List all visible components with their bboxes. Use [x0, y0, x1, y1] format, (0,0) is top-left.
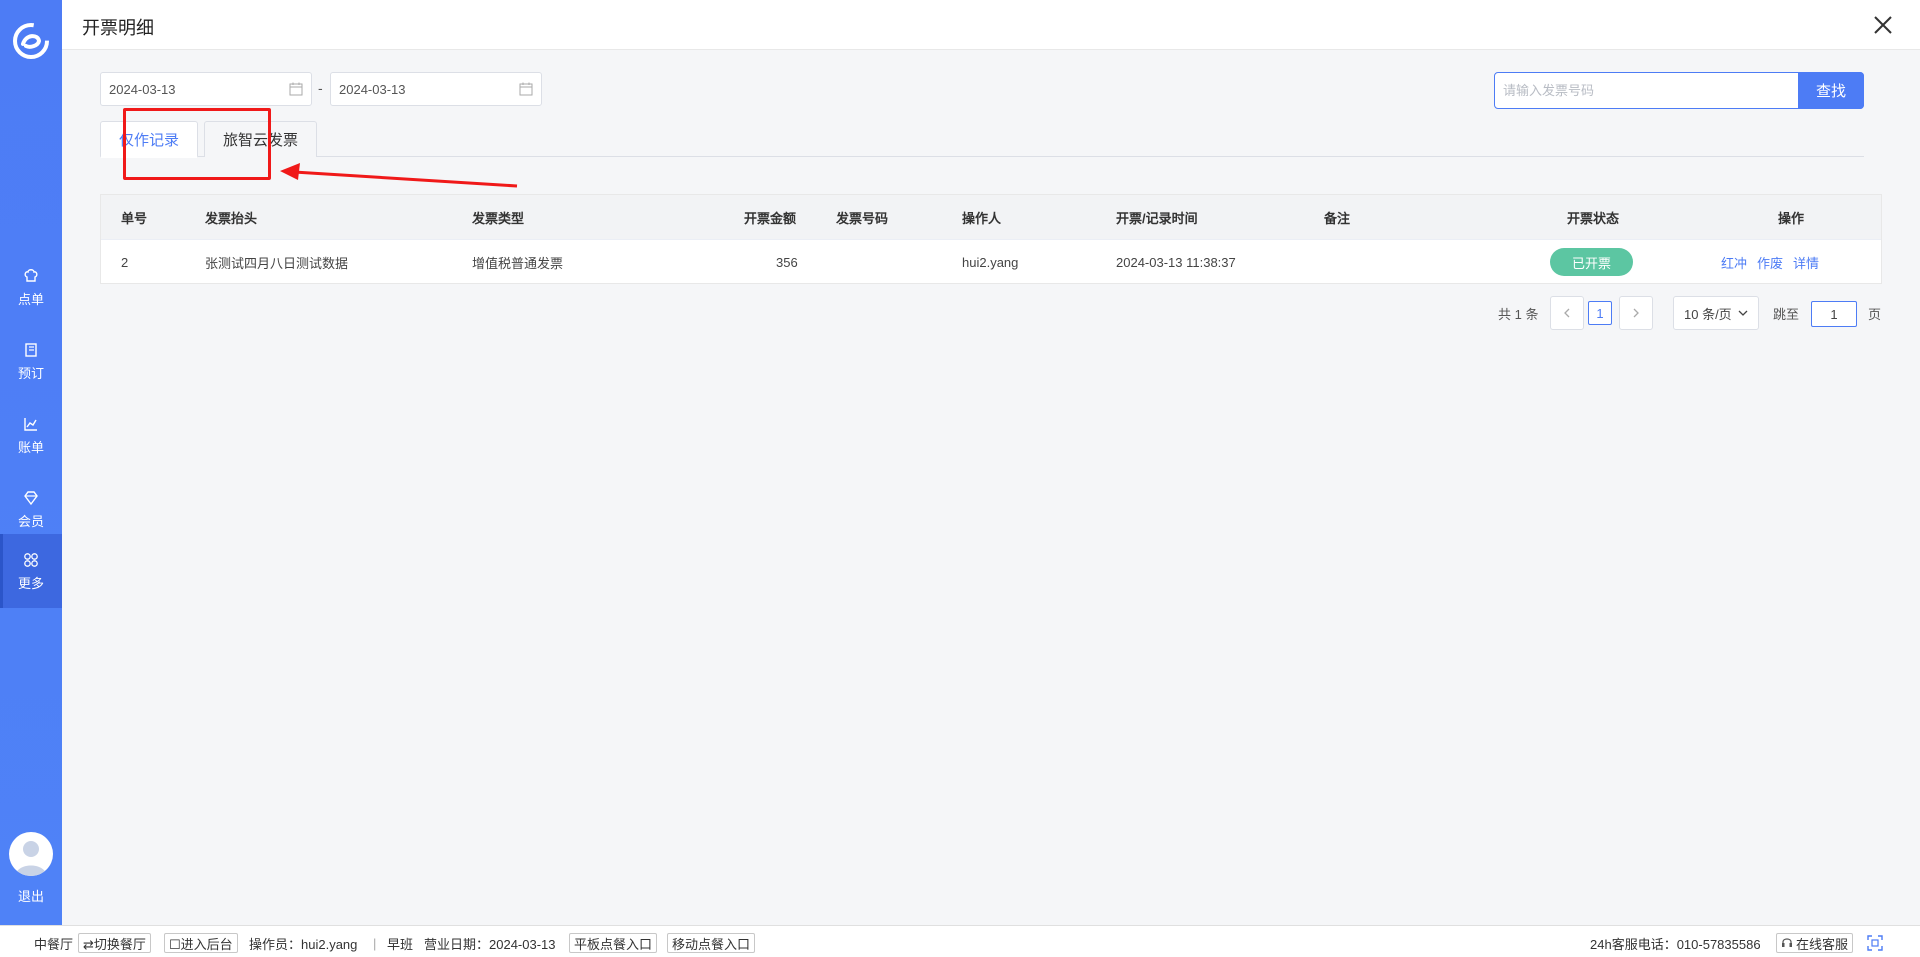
cell-time: 2024-03-13 11:38:37: [1116, 254, 1236, 270]
page-size-value: 10 条/页: [1684, 306, 1732, 322]
start-date-value: 2024-03-13: [109, 81, 176, 97]
tab-bar: 仅作记录 旅智云发票: [100, 121, 1864, 158]
close-button[interactable]: [1870, 12, 1896, 38]
mobile-order-button[interactable]: 移动点餐入口: [667, 933, 756, 953]
avatar: [9, 832, 53, 876]
table-row: 2 张测试四月八日测试数据 增值税普通发票 356 hui2.yang 2024…: [101, 239, 1881, 283]
sidebar: 点单 预订 账单 会员 更多 退出: [0, 0, 62, 925]
next-page-button[interactable]: [1619, 296, 1653, 330]
calendar-icon: [289, 82, 303, 96]
cell-status: 已开票: [1550, 240, 1634, 284]
column-header: 操作: [1778, 210, 1805, 226]
diamond-icon: [22, 489, 40, 507]
headset-icon: [1781, 937, 1793, 949]
dialog-header: 开票明细: [62, 0, 1920, 50]
cell-id: 2: [121, 254, 129, 270]
column-header: 发票号码: [836, 210, 889, 226]
chevron-right-icon: [1631, 306, 1641, 321]
shift-info: 早班: [387, 936, 414, 952]
cell-amount: 356: [776, 254, 798, 270]
invoice-search: 查找: [1494, 72, 1864, 109]
column-header: 单号: [121, 210, 148, 226]
invoice-number-input[interactable]: [1495, 73, 1815, 108]
search-button[interactable]: 查找: [1798, 72, 1864, 109]
annotation-arrow: [272, 160, 522, 193]
status-bar: 中餐厅 ⇄切换餐厅 ☐进入后台 操作员：hui2.yang | 早班 营业日期：…: [0, 925, 1920, 957]
jump-label: 跳至: [1773, 307, 1800, 322]
column-header: 开票/记录时间: [1116, 210, 1198, 226]
sidebar-item-more[interactable]: 更多: [0, 534, 62, 608]
sidebar-item-label: 账单: [17, 439, 44, 455]
cell-actions: 红冲 作废 详情: [1721, 240, 1829, 284]
jump-page-input[interactable]: [1811, 301, 1857, 327]
close-icon: [1870, 16, 1896, 41]
operator-info: 操作员：hui2.yang: [249, 936, 358, 952]
grid-icon: [22, 551, 40, 569]
start-date-input[interactable]: 2024-03-13: [100, 72, 312, 106]
business-date: 营业日期：2024-03-13: [424, 936, 556, 952]
sidebar-item-label: 更多: [17, 575, 44, 591]
prev-page-button[interactable]: [1550, 296, 1584, 330]
end-date-input[interactable]: 2024-03-13: [330, 72, 542, 106]
page-title: 开票明细: [82, 18, 154, 38]
column-header: 备注: [1324, 210, 1351, 226]
calendar-icon: [519, 82, 533, 96]
status-badge: 已开票: [1550, 248, 1634, 276]
annotation-highlight-box: [123, 108, 271, 180]
restaurant-name: 中餐厅: [34, 936, 74, 952]
column-header: 发票类型: [472, 210, 525, 226]
fullscreen-icon: [1866, 934, 1884, 952]
page-label: 页: [1868, 307, 1882, 322]
enter-backend-button[interactable]: ☐进入后台: [164, 933, 238, 953]
pagination: 共 1 条 1 10 条/页 跳至 页: [62, 296, 1920, 330]
online-service-button[interactable]: 在线客服: [1776, 933, 1854, 953]
column-header: 发票抬头: [205, 210, 258, 226]
logout-label: 退出: [17, 889, 44, 904]
end-date-value: 2024-03-13: [339, 81, 406, 97]
app-logo: [12, 22, 50, 60]
logout-button[interactable]: 退出: [0, 832, 62, 905]
sidebar-item-bill[interactable]: 账单: [0, 398, 62, 472]
column-header: 操作人: [962, 210, 1002, 226]
invoice-table: 单号 发票抬头 发票类型 开票金额 发票号码 操作人 开票/记录时间 备注 开票…: [100, 194, 1882, 284]
tablet-order-button[interactable]: 平板点餐入口: [569, 933, 658, 953]
main-panel: 开票明细 2024-03-13 - 2024-03-13 查找 仅作记录 旅智云…: [62, 0, 1920, 925]
table-header: 单号 发票抬头 发票类型 开票金额 发票号码 操作人 开票/记录时间 备注 开票…: [101, 195, 1881, 239]
date-separator: -: [318, 80, 323, 96]
sidebar-item-label: 预订: [17, 365, 44, 381]
red-reverse-link[interactable]: 红冲: [1721, 253, 1747, 272]
total-count: 共 1 条: [1498, 307, 1539, 322]
sidebar-item-label: 会员: [17, 513, 44, 529]
sidebar-item-label: 点单: [17, 291, 44, 307]
book-icon: [22, 341, 40, 359]
chef-hat-icon: [22, 267, 40, 285]
cell-title: 张测试四月八日测试数据: [205, 255, 349, 271]
chart-icon: [22, 415, 40, 433]
chevron-down-icon: [1738, 308, 1748, 318]
fullscreen-button[interactable]: [1866, 933, 1884, 953]
void-link[interactable]: 作废: [1757, 253, 1783, 272]
separator: |: [373, 935, 377, 951]
switch-restaurant-button[interactable]: ⇄切换餐厅: [78, 933, 151, 953]
column-header: 开票状态: [1567, 210, 1620, 226]
detail-link[interactable]: 详情: [1793, 253, 1819, 272]
cell-type: 增值税普通发票: [472, 255, 564, 271]
page-size-select[interactable]: 10 条/页: [1673, 296, 1759, 330]
chevron-left-icon: [1562, 306, 1572, 321]
sidebar-item-reserve[interactable]: 预订: [0, 324, 62, 398]
column-header: 开票金额: [744, 210, 797, 226]
page-number-button[interactable]: 1: [1588, 301, 1612, 325]
hotline: 24h客服电话：010-57835586: [1590, 936, 1761, 952]
sidebar-item-order[interactable]: 点单: [0, 250, 62, 324]
cell-operator: hui2.yang: [962, 254, 1019, 270]
online-service-label: 在线客服: [1796, 936, 1849, 952]
